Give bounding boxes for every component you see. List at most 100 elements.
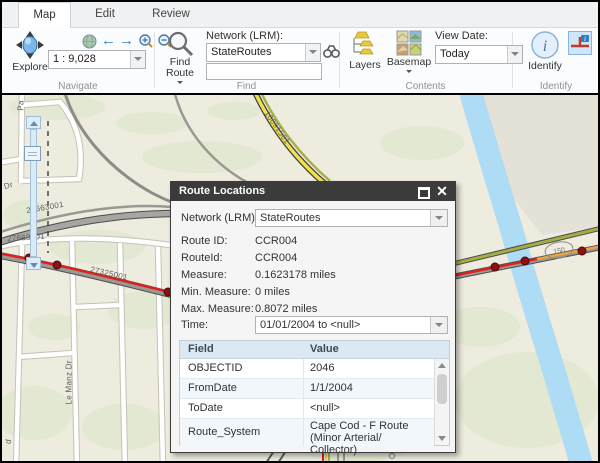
- scrollbar-thumb[interactable]: [437, 374, 447, 404]
- cell-value: Cape Cod - F Route (Minor Arterial/ Coll…: [310, 420, 409, 456]
- attributes-table: Field Value OBJECTID 2046 FromDate 1/1/2…: [179, 340, 450, 456]
- scroll-down-icon[interactable]: [438, 436, 446, 441]
- max-measure-value: 0.8072 miles: [255, 303, 318, 315]
- dialog-titlebar[interactable]: Route Locations ✕: [171, 182, 455, 201]
- slider-zoom-out-button[interactable]: [26, 257, 41, 270]
- chevron-down-icon[interactable]: [430, 317, 447, 333]
- triangle-up-icon: [30, 121, 38, 126]
- cell-value: 2046: [310, 362, 335, 374]
- column-header-value: Value: [310, 343, 339, 355]
- close-icon: ✕: [436, 183, 448, 199]
- group-label-identify: Identify: [539, 81, 573, 92]
- identify-route-locations-tool[interactable]: i: [568, 31, 592, 55]
- time-label: Time:: [181, 319, 209, 331]
- measure-value: 0.1623178 miles: [255, 269, 336, 281]
- route-id-label: Route ID:: [181, 235, 228, 247]
- group-label-navigate: Navigate: [58, 81, 98, 92]
- identify-route-locations-icon: i: [571, 35, 589, 48]
- explore-button[interactable]: Explore: [8, 30, 52, 73]
- slider-zoom-in-button[interactable]: [26, 116, 41, 129]
- scroll-up-icon[interactable]: [438, 363, 446, 368]
- find-route-button[interactable]: Find Route: [160, 30, 200, 87]
- view-date-label: View Date:: [435, 30, 488, 42]
- cell-field: OBJECTID: [188, 362, 243, 374]
- basemap-button[interactable]: Basemap: [386, 30, 432, 76]
- map-scale-value: 1 : 9,028: [53, 53, 96, 65]
- ribbon: Map Edit Review Explore ← → 1: 9,028 Na…: [2, 2, 598, 93]
- cell-field: Route_System: [188, 426, 261, 438]
- basemap-label: Basemap: [386, 56, 432, 68]
- maximize-icon: [418, 187, 430, 199]
- chevron-down-icon[interactable]: [507, 46, 522, 63]
- table-row[interactable]: ToDate <null>: [180, 399, 434, 419]
- route-locations-dialog: Route Locations ✕ Network (LRM): StateRo…: [170, 181, 456, 456]
- min-measure-label: Min. Measure:: [181, 286, 251, 298]
- layers-button[interactable]: Layers: [346, 30, 384, 71]
- cell-value: <null>: [310, 402, 340, 414]
- close-button[interactable]: ✕: [435, 183, 449, 199]
- arrow-left-icon: ←: [101, 32, 116, 49]
- max-measure-label: Max. Measure:: [181, 303, 254, 315]
- column-divider: [303, 399, 304, 418]
- zoom-slider-thumb[interactable]: [24, 146, 41, 161]
- binoculars-icon: [323, 45, 340, 58]
- table-header: Field Value: [180, 341, 449, 359]
- zoom-in-icon: [139, 34, 153, 48]
- view-date-combobox[interactable]: Today: [435, 45, 523, 64]
- tab-review[interactable]: Review: [141, 2, 201, 27]
- layers-icon: [353, 31, 374, 55]
- chevron-down-icon[interactable]: [430, 210, 447, 226]
- map-scale-combobox[interactable]: 1 : 9,028: [48, 50, 146, 69]
- find-route-icon: [168, 31, 193, 57]
- group-separator: [154, 32, 155, 88]
- network-lrm-value: StateRoutes: [211, 46, 272, 58]
- find-route-label-2: Route: [165, 67, 195, 79]
- network-lrm-combobox[interactable]: StateRoutes: [206, 43, 321, 62]
- column-divider: [303, 359, 304, 378]
- table-row[interactable]: OBJECTID 2046: [180, 359, 434, 379]
- column-header-field: Field: [188, 343, 214, 355]
- triangle-down-icon: [30, 263, 38, 268]
- time-value: 01/01/2004 to <null>: [260, 319, 361, 331]
- time-combobox[interactable]: 01/01/2004 to <null>: [255, 316, 448, 334]
- tab-map[interactable]: Map: [18, 2, 71, 29]
- column-divider: [303, 419, 304, 446]
- locate-button[interactable]: [323, 43, 340, 64]
- dialog-network-combobox[interactable]: StateRoutes: [255, 209, 448, 227]
- routeid-value: CCR004: [255, 252, 298, 264]
- svg-text:i: i: [543, 38, 547, 55]
- table-row[interactable]: FromDate 1/1/2004: [180, 379, 434, 399]
- group-label-find: Find: [236, 81, 257, 92]
- svg-text:i: i: [584, 35, 586, 43]
- identify-icon: i: [531, 31, 559, 59]
- previous-extent-button[interactable]: ←: [101, 32, 116, 49]
- network-lrm-label: Network (LRM):: [206, 30, 284, 42]
- chevron-down-icon[interactable]: [305, 44, 320, 61]
- next-extent-button[interactable]: →: [119, 32, 134, 49]
- cell-value: 1/1/2004: [310, 382, 353, 394]
- application-window: Map Edit Review Explore ← → 1: 9,028 Na…: [0, 0, 600, 463]
- identify-button[interactable]: i Identify: [524, 29, 566, 72]
- dialog-network-value: StateRoutes: [260, 212, 321, 224]
- route-value-field[interactable]: [206, 63, 322, 80]
- min-measure-value: 0 miles: [255, 286, 290, 298]
- view-date-value: Today: [440, 48, 470, 60]
- layers-label: Layers: [349, 59, 381, 71]
- tab-edit[interactable]: Edit: [81, 2, 129, 27]
- dialog-network-label: Network (LRM):: [181, 212, 259, 224]
- globe-icon: [82, 34, 97, 49]
- routeid-label: RouteId:: [181, 252, 223, 264]
- dialog-title: Route Locations: [179, 185, 266, 197]
- chevron-down-icon: [406, 70, 412, 76]
- table-row[interactable]: Route_System Cape Cod - F Route (Minor A…: [180, 419, 434, 456]
- maximize-button[interactable]: [417, 185, 431, 199]
- table-scrollbar[interactable]: [434, 359, 449, 445]
- ribbon-tab-strip: Map Edit Review: [2, 2, 598, 29]
- basemap-icon: [396, 30, 422, 56]
- identify-label: Identify: [528, 60, 562, 72]
- measure-label: Measure:: [181, 269, 227, 281]
- chevron-down-icon[interactable]: [130, 51, 145, 68]
- explore-icon: [16, 31, 44, 59]
- arrow-right-icon: →: [119, 32, 134, 49]
- street-label: Pa: [16, 100, 26, 111]
